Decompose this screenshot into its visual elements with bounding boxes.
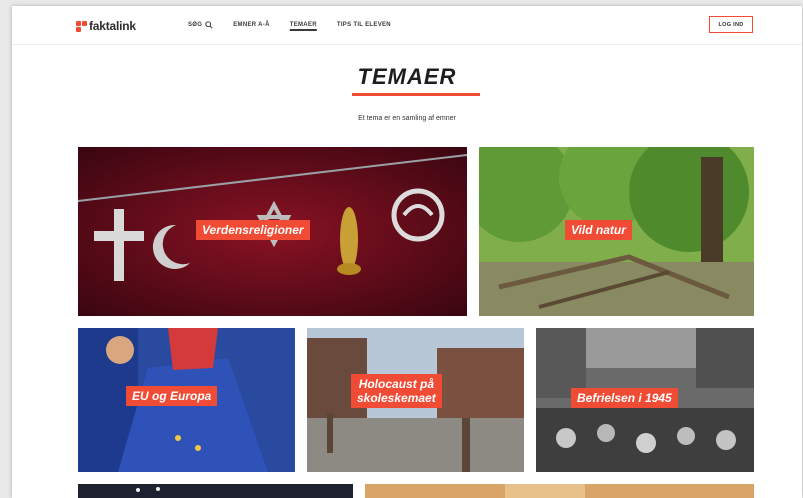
theme-tile-eu-og-europa[interactable]: EU og Europa: [78, 328, 295, 472]
title-underline: [352, 93, 480, 96]
login-button[interactable]: LOG IND: [709, 16, 753, 33]
theme-label: Verdensreligioner: [196, 220, 310, 240]
theme-label-line1: Holocaust på: [358, 377, 435, 391]
theme-tile-holocaust[interactable]: Holocaust på skoleskemaet: [307, 328, 524, 472]
search-icon: [205, 21, 213, 29]
main-nav: SØG EMNER A-Å TEMAER TIPS TIL ELEVEN: [188, 21, 411, 29]
theme-label: Befrielsen i 1945: [571, 388, 678, 408]
faktalink-logo-icon: [76, 20, 87, 32]
theme-tile-verdensreligioner[interactable]: Verdensreligioner: [78, 147, 467, 316]
page-subtitle: Et tema er en samling af emner: [358, 115, 456, 122]
nav-emner[interactable]: EMNER A-Å: [233, 22, 269, 28]
partial-warm-image: [365, 484, 754, 498]
partial-dark-image: [78, 484, 353, 498]
nav-tips[interactable]: TIPS TIL ELEVEN: [337, 22, 391, 28]
theme-tile-partial-right[interactable]: [365, 484, 754, 498]
nav-search[interactable]: SØG: [188, 21, 213, 29]
nav-temaer[interactable]: TEMAER: [290, 22, 317, 28]
theme-tile-vild-natur[interactable]: Vild natur: [479, 147, 754, 316]
page-title: TEMAER: [357, 64, 457, 89]
nav-search-label: SØG: [188, 22, 203, 28]
theme-label: Holocaust på skoleskemaet: [351, 374, 442, 408]
faktalink-logo[interactable]: faktalink: [76, 19, 136, 33]
theme-tile-partial-left[interactable]: [78, 484, 353, 498]
theme-label: Vild natur: [565, 220, 632, 240]
logo-text: faktalink: [89, 19, 136, 33]
theme-label: EU og Europa: [126, 386, 218, 406]
top-navigation: faktalink SØG EMNER A-Å TEMAER TIPS TIL …: [12, 6, 802, 45]
browser-page: faktalink SØG EMNER A-Å TEMAER TIPS TIL …: [12, 6, 802, 498]
theme-label-line2: skoleskemaet: [357, 391, 436, 405]
theme-tile-befrielsen-1945[interactable]: Befrielsen i 1945: [536, 328, 754, 472]
